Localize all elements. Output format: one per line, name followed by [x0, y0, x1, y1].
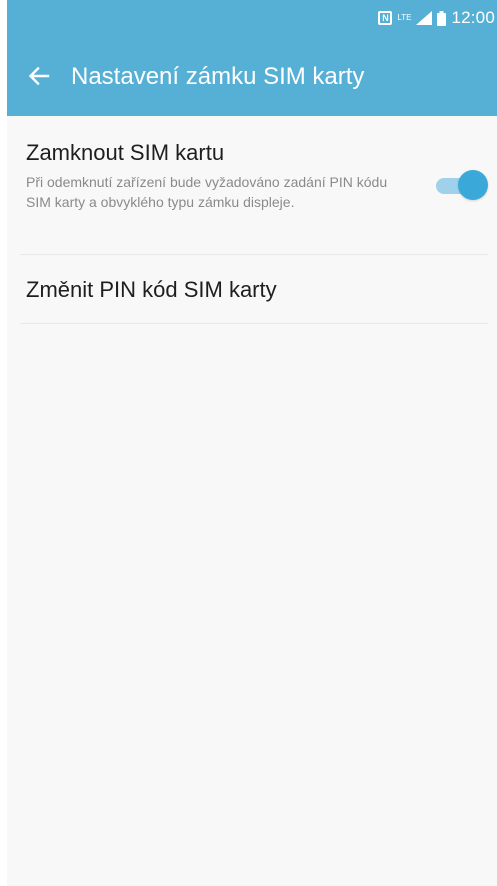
settings-list: Zamknout SIM kartu Při odemknutí zařízen… [7, 116, 497, 324]
lock-sim-card-toggle[interactable] [432, 169, 488, 201]
app-bar: N LTE 12:00 Nastavení zámku SIM karty [7, 0, 497, 116]
lock-sim-card-setting[interactable]: Zamknout SIM kartu Při odemknutí zařízen… [20, 116, 488, 255]
signal-icon [416, 11, 433, 25]
change-sim-pin-setting[interactable]: Změnit PIN kód SIM karty [20, 255, 488, 324]
status-clock: 12:00 [451, 8, 495, 27]
lock-sim-card-description: Při odemknutí zařízení bude vyžadováno z… [26, 174, 388, 210]
battery-icon [437, 10, 447, 26]
change-sim-pin-title: Změnit PIN kód SIM karty [26, 277, 277, 302]
page-title: Nastavení zámku SIM karty [71, 63, 365, 90]
screen: N LTE 12:00 Nastavení zámku SIM karty Za… [7, 0, 497, 886]
toggle-thumb [458, 170, 488, 200]
nfc-icon: N [378, 11, 393, 25]
lock-sim-card-title: Zamknout SIM kartu [26, 140, 225, 165]
status-bar: N LTE 12:00 [378, 0, 497, 36]
lte-icon: LTE [397, 13, 412, 22]
arrow-left-icon[interactable] [27, 64, 51, 88]
